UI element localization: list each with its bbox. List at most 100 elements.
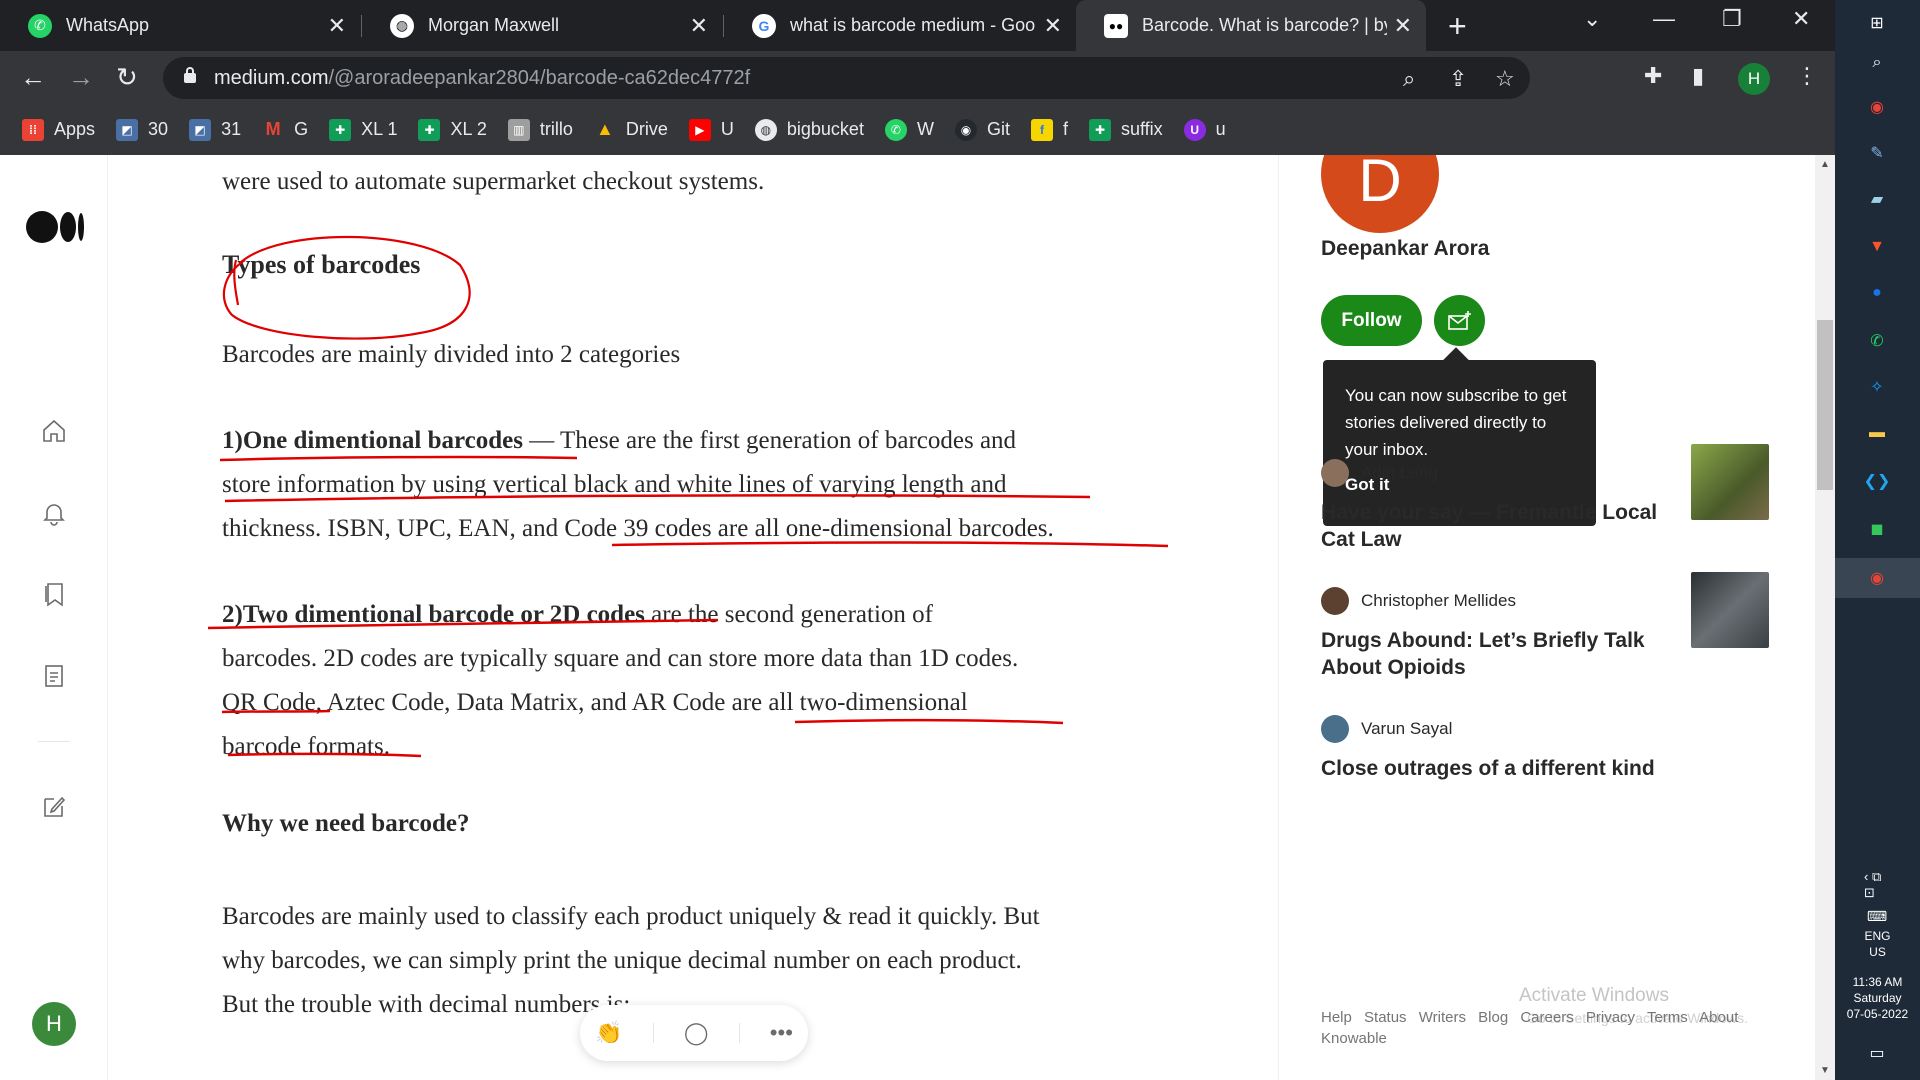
footer-link-writers[interactable]: Writers [1419,1009,1466,1026]
restore-icon[interactable]: ❐ [1722,6,1742,32]
bookmark-flipkart[interactable]: ff [1030,118,1068,141]
footer-link-careers[interactable]: Careers [1520,1009,1573,1026]
bookmark-suffix[interactable]: ✚ suffix [1088,118,1163,141]
star-bookmark-icon[interactable]: ☆ [1495,66,1515,92]
author-avatar[interactable]: D [1321,155,1439,233]
bookmark-trillo[interactable]: ▥ trillo [507,118,573,141]
subscribe-email-button[interactable] [1434,295,1485,346]
bookmark-git[interactable]: ◉ Git [954,118,1010,141]
chrome-profile-icon[interactable]: ◉ [1864,565,1890,591]
footer-link-about[interactable]: About [1699,1009,1738,1026]
more-options-icon[interactable]: ••• [770,1020,793,1046]
close-icon[interactable]: ✕ [690,13,708,39]
rec-title[interactable]: Have your say — Fremantle Local Cat Law [1321,499,1661,553]
brave-icon[interactable]: ▼ [1864,234,1890,260]
rec-thumbnail[interactable] [1691,572,1769,648]
recommendation-item[interactable]: Varun Sayal Close outrages of a differen… [1321,715,1781,782]
profile-avatar[interactable]: H [1738,63,1770,95]
app-paint-icon[interactable]: ✎ [1864,140,1890,166]
file-explorer-icon[interactable]: ▬ [1864,420,1890,446]
side-panel-icon[interactable]: ▮ [1692,63,1704,89]
scroll-up-arrow-icon[interactable]: ▲ [1820,159,1830,170]
rec-author-avatar [1321,459,1349,487]
author-name[interactable]: Deepankar Arora [1321,237,1489,261]
chat-app-icon[interactable]: ◼ [1864,516,1890,542]
notifications-icon[interactable]: ▭ [1864,1040,1890,1066]
footer-link-status[interactable]: Status [1364,1009,1407,1026]
whatsapp-icon: ✆ [884,118,907,141]
clap-icon[interactable]: 👏 [595,1020,622,1046]
scrollbar-thumb[interactable] [1817,320,1833,490]
footer-link-help[interactable]: Help [1321,1009,1352,1026]
back-arrow-icon[interactable]: ← [20,62,46,93]
menu-dots-icon[interactable]: ⋮ [1796,63,1818,89]
rec-thumbnail[interactable] [1691,444,1769,520]
medium-logo[interactable] [26,211,84,243]
bookmark-youtube[interactable]: ▶ U [688,118,734,141]
close-icon[interactable]: ✕ [1394,13,1412,39]
footer-link-knowable[interactable]: Knowable [1321,1030,1387,1047]
bookmarks-icon[interactable] [40,580,68,608]
sheets-icon: ✚ [418,118,441,141]
page-scrollbar[interactable]: ▲ ▼ [1815,155,1835,1080]
maps-pin-icon[interactable]: ● [1864,280,1890,306]
language-indicator[interactable]: ENG US [1835,928,1920,960]
close-icon[interactable]: ✕ [328,13,346,39]
bookmark-drive[interactable]: ▲ Drive [594,119,668,141]
reload-icon[interactable]: ↻ [116,62,138,93]
bookmark-31[interactable]: ◩ 31 [189,118,241,141]
write-edit-icon[interactable] [40,792,68,820]
tab-whatsapp[interactable]: ✆ WhatsApp ✕ [0,0,360,51]
search-icon[interactable]: ⌕ [1864,50,1890,76]
tab-google-search[interactable]: G what is barcode medium - Goog ✕ [724,0,1076,51]
footer-link-terms[interactable]: Terms [1647,1009,1688,1026]
tab-morgan-maxwell[interactable]: ◍ Morgan Maxwell ✕ [362,0,722,51]
windows-start-icon[interactable]: ⊞ [1864,10,1890,36]
stories-document-icon[interactable] [40,662,68,690]
bookmark-xl1[interactable]: ✚ XL 1 [329,118,397,141]
zoom-icon[interactable]: ⌕ [1403,66,1415,92]
tab-search-chevron-icon[interactable]: ⌄ [1583,6,1601,32]
notifications-bell-icon[interactable] [40,499,68,527]
footer-link-blog[interactable]: Blog [1478,1009,1508,1026]
address-bar[interactable]: medium.com/@aroradeepankar2804/barcode-c… [163,57,1530,99]
vscode-icon[interactable]: ❮❯ [1864,468,1891,494]
tray-chevron-icon[interactable]: ‹ ⧉ ⊡ [1864,869,1890,900]
share-icon[interactable]: ⇪ [1449,66,1467,92]
scroll-down-arrow-icon[interactable]: ▼ [1820,1065,1830,1076]
rec-title[interactable]: Drugs Abound: Let’s Briefly Talk About O… [1321,627,1661,681]
recommendation-item[interactable]: Adin Lang Have your say — Fremantle Loca… [1321,444,1781,553]
bookmark-whatsapp[interactable]: ✆ W [884,118,934,141]
recommendation-item[interactable]: Christopher Mellides Drugs Abound: Let’s… [1321,572,1781,681]
bookmark-u[interactable]: Uu [1183,118,1226,141]
bookmark-site-icon: ◩ [116,118,139,141]
app-notepad-icon[interactable]: ▰ [1864,186,1890,212]
bookmark-xl2[interactable]: ✚ XL 2 [418,118,487,141]
bookmark-apps[interactable]: ⁞⁞ Apps [22,118,95,141]
footer-link-privacy[interactable]: Privacy [1586,1009,1635,1026]
rec-title[interactable]: Close outrages of a different kind [1321,755,1721,782]
rec-author[interactable]: Varun Sayal [1321,715,1781,743]
bookmark-bigbucket[interactable]: ◍ bigbucket [754,118,864,141]
comment-icon[interactable]: ◯ [684,1020,709,1046]
keyboard-icon[interactable]: ⌨ [1864,903,1890,929]
minimize-icon[interactable]: — [1653,6,1675,32]
user-avatar[interactable]: H [32,1002,76,1046]
apps-grid-icon: ⁞⁞ [22,118,44,141]
new-tab-button[interactable]: + [1448,8,1467,45]
bookmark-gmail[interactable]: MG [262,119,309,141]
follow-button[interactable]: Follow [1321,295,1422,346]
extensions-puzzle-icon[interactable]: ✚ [1644,63,1662,89]
home-icon[interactable] [40,417,68,445]
window-close-icon[interactable]: ✕ [1792,6,1810,32]
whatsapp-icon[interactable]: ✆ [1864,328,1890,354]
tab-title: WhatsApp [66,15,150,35]
forward-arrow-icon[interactable]: → [68,62,94,93]
chrome-icon[interactable]: ◉ [1864,94,1890,120]
bookmark-30[interactable]: ◩ 30 [116,118,168,141]
tab-medium-barcode[interactable]: ●● Barcode. What is barcode? | by ✕ [1076,0,1426,51]
close-icon[interactable]: ✕ [1044,13,1062,39]
safari-compass-icon[interactable]: ✧ [1864,374,1890,400]
sheets-icon: ✚ [1088,118,1111,141]
system-clock[interactable]: 11:36 AM Saturday 07-05-2022 [1835,974,1920,1022]
